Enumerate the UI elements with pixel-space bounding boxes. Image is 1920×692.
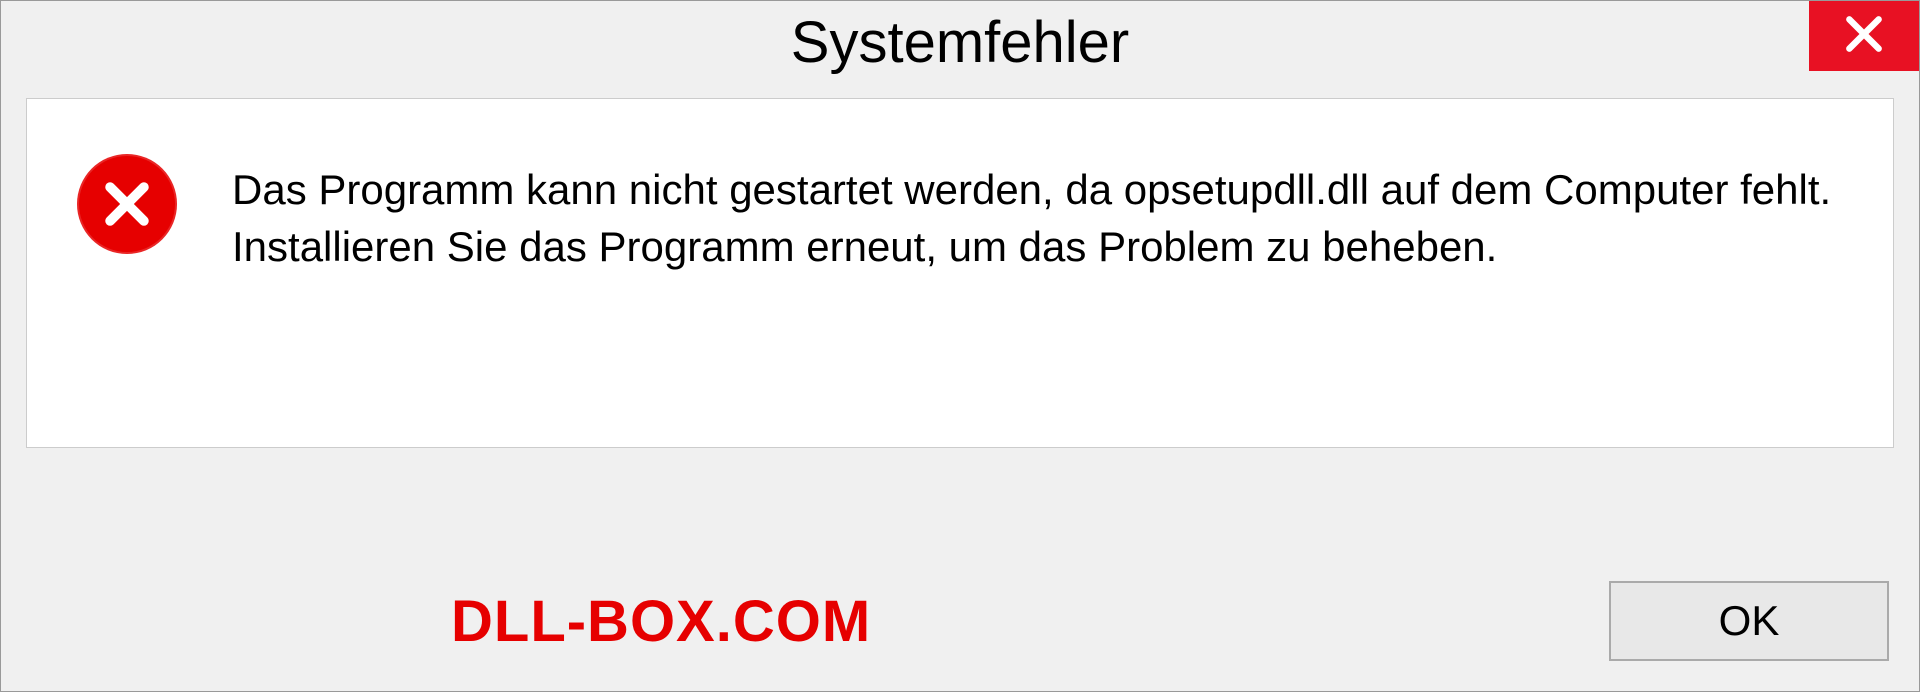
close-icon	[1842, 12, 1886, 61]
error-icon	[77, 154, 177, 254]
close-button[interactable]	[1809, 1, 1919, 71]
error-message: Das Programm kann nicht gestartet werden…	[232, 154, 1843, 275]
title-bar: Systemfehler	[1, 1, 1919, 83]
ok-button[interactable]: OK	[1609, 581, 1889, 661]
watermark-text: DLL-BOX.COM	[451, 588, 871, 655]
dialog-footer: DLL-BOX.COM OK	[1, 581, 1919, 661]
dialog-title: Systemfehler	[791, 9, 1129, 76]
content-area: Das Programm kann nicht gestartet werden…	[26, 98, 1894, 448]
error-dialog: Systemfehler Das Programm kann nicht ges…	[0, 0, 1920, 692]
